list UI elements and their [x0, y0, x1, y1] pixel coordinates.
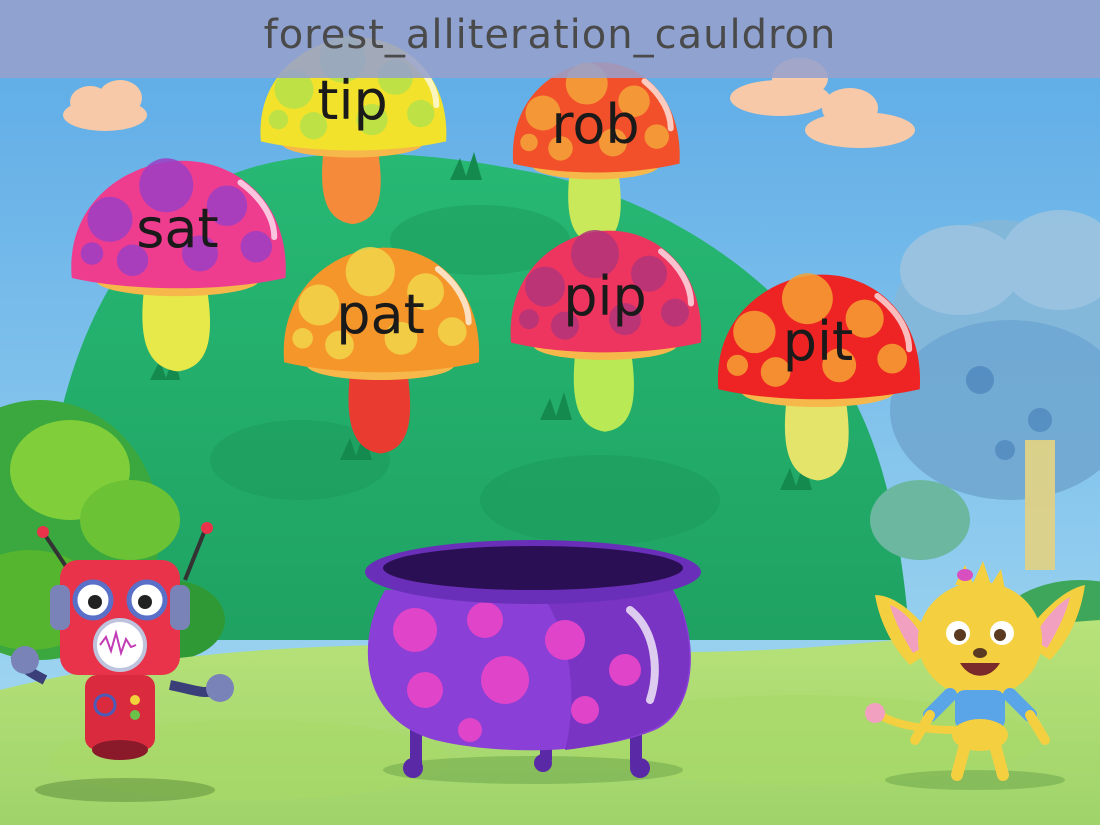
mushroom-graphic [717, 273, 921, 481]
mushroom-word: pit [782, 309, 854, 373]
yellow-creature-character-icon [865, 561, 1085, 790]
mushroom-graphic [71, 158, 286, 372]
mushroom-pat[interactable]: pat [278, 245, 483, 460]
game-stage: tip rob sat pat pip pit forest_alliterat… [0, 0, 1100, 825]
mushroom-graphic [283, 247, 480, 454]
mushroom-rob[interactable]: rob [508, 60, 683, 250]
mushroom-word: sat [136, 196, 219, 260]
title-bar: forest_alliteration_cauldron [0, 0, 1100, 78]
mushroom-word: tip [317, 68, 388, 132]
mushroom-pit[interactable]: pit [712, 272, 924, 487]
game-title: forest_alliteration_cauldron [263, 12, 837, 58]
mushroom-pip[interactable]: pip [505, 228, 705, 438]
robot-character-icon [10, 522, 234, 802]
mushroom-graphic [510, 230, 702, 432]
mushroom-word: rob [551, 92, 640, 156]
mushroom-word: pat [336, 282, 425, 346]
cauldron[interactable] [355, 530, 705, 790]
mushroom-word: pip [563, 264, 647, 328]
mushroom-sat[interactable]: sat [65, 158, 290, 378]
